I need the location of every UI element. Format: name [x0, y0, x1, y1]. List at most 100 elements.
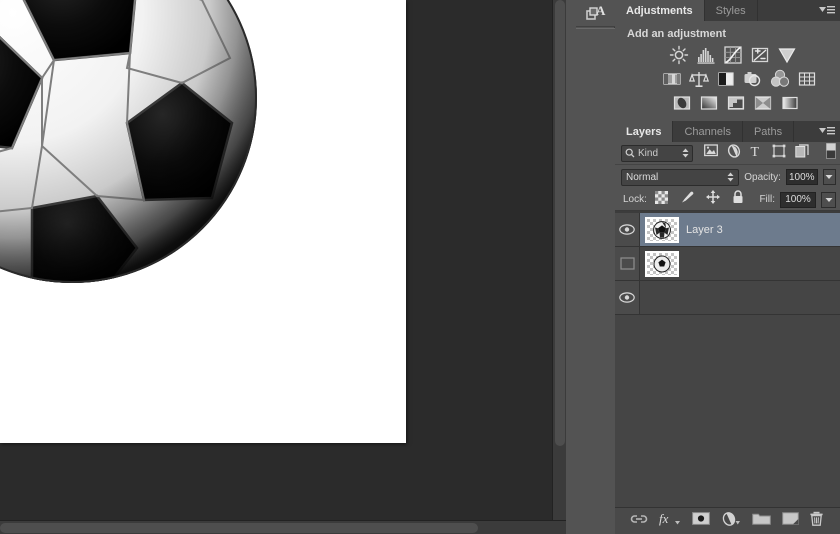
canvas-horizontal-scrollbar[interactable]: [0, 520, 576, 534]
search-icon: [625, 148, 635, 158]
fill-value[interactable]: 100%: [780, 191, 816, 208]
invert-icon[interactable]: [672, 93, 692, 113]
lock-all-icon[interactable]: [732, 190, 744, 209]
right-panel-column: Adjustments Styles Add an adjustment Lay…: [615, 0, 840, 534]
filter-shape-icon[interactable]: [772, 144, 786, 163]
table-row[interactable]: Layer 3: [615, 213, 840, 247]
new-fill-adjustment-icon[interactable]: [721, 511, 741, 531]
layer-visibility-toggle[interactable]: [615, 213, 640, 246]
adjustment-icon-row-2: [615, 69, 840, 89]
canvas-gutter: [566, 0, 576, 534]
new-group-icon[interactable]: [751, 512, 771, 530]
layer-thumbnail[interactable]: [645, 216, 679, 243]
layer-thumbnail-cell[interactable]: [640, 281, 684, 314]
channel-mixer-icon[interactable]: [770, 69, 790, 89]
canvas-horizontal-scrollbar-thumb[interactable]: [0, 523, 478, 533]
filter-smart-object-icon[interactable]: [795, 143, 809, 163]
eye-off-icon: [619, 257, 635, 270]
filter-kind-label: Kind: [638, 147, 659, 159]
posterize-icon[interactable]: [699, 93, 719, 113]
opacity-slider-arrow-icon[interactable]: [822, 169, 836, 185]
lock-transparent-pixels-icon[interactable]: [654, 190, 668, 209]
opacity-label: Opacity:: [744, 171, 781, 183]
levels-icon[interactable]: [696, 45, 716, 65]
canvas-vertical-scrollbar[interactable]: [552, 0, 566, 520]
layers-tabbar: Layers Channels Paths: [615, 121, 840, 142]
layer-name[interactable]: Layer 3: [684, 224, 723, 236]
layer-mask-icon[interactable]: [692, 512, 711, 530]
tab-styles[interactable]: Styles: [704, 0, 758, 21]
photoshop-window: A Adjustments Styles Add an adjustment L…: [0, 0, 840, 534]
layer-visibility-toggle[interactable]: [615, 247, 640, 280]
tab-paths[interactable]: Paths: [742, 121, 795, 142]
table-row[interactable]: [615, 281, 840, 315]
tab-paths-label: Paths: [753, 125, 783, 138]
character-paragraph-panel-icon[interactable]: A: [576, 0, 615, 27]
delete-layer-icon[interactable]: [809, 511, 824, 531]
tab-adjustments[interactable]: Adjustments: [615, 0, 705, 21]
filter-kind-select[interactable]: Kind: [621, 144, 693, 162]
layers-panel-menu-icon[interactable]: [818, 124, 836, 138]
new-layer-icon[interactable]: [781, 512, 799, 530]
adjustments-panel-menu-icon[interactable]: [818, 3, 836, 17]
color-balance-icon[interactable]: [688, 69, 710, 89]
lock-image-pixels-icon[interactable]: [680, 190, 694, 209]
add-an-adjustment-label: Add an adjustment: [627, 28, 727, 40]
eye-icon: [619, 292, 635, 303]
layer-type-filter-icons: T: [704, 143, 809, 163]
svg-text:T: T: [751, 145, 760, 158]
layer-style-fx-icon[interactable]: fx: [659, 511, 681, 532]
layers-panel: Layers Channels Paths Kind T Normal Opac…: [615, 121, 840, 534]
layer-thumbnail-cell[interactable]: [640, 247, 684, 280]
layer-list: Layer 3: [615, 213, 840, 508]
lock-icons: [654, 190, 744, 209]
opacity-value[interactable]: 100%: [785, 169, 818, 185]
filter-pixel-icon[interactable]: [704, 144, 718, 162]
eye-icon: [619, 224, 635, 235]
photo-filter-icon[interactable]: [743, 69, 763, 89]
svg-text:A: A: [596, 4, 606, 18]
layer-filter-row: Kind T: [615, 142, 840, 165]
hue-saturation-icon[interactable]: [662, 69, 682, 89]
adjustment-icon-row-1: [615, 45, 840, 65]
black-and-white-icon[interactable]: [716, 69, 736, 89]
gradient-map-icon[interactable]: [780, 93, 800, 113]
layer-thumbnail-cell[interactable]: [640, 213, 684, 246]
canvas-vertical-scrollbar-thumb[interactable]: [555, 0, 565, 446]
soccer-ball-artwork: [0, 0, 262, 288]
link-layers-icon[interactable]: [630, 512, 648, 530]
filter-toggle-icon[interactable]: [826, 142, 836, 164]
filter-type-icon[interactable]: T: [750, 144, 763, 163]
lock-position-icon[interactable]: [705, 190, 720, 209]
document-canvas[interactable]: [0, 0, 406, 443]
layer-thumbnail[interactable]: [645, 250, 679, 277]
threshold-icon[interactable]: [726, 93, 746, 113]
blend-mode-row: Normal Opacity: 100%: [615, 165, 840, 189]
brightness-contrast-icon[interactable]: [669, 45, 689, 65]
tab-channels[interactable]: Channels: [673, 121, 743, 142]
canvas-area[interactable]: [0, 0, 576, 534]
tab-layers[interactable]: Layers: [615, 121, 674, 142]
lock-label: Lock:: [623, 194, 647, 205]
stepper-arrows-icon: [682, 148, 689, 158]
collapsed-panel-dock: A: [576, 0, 615, 534]
fill-slider-arrow-icon[interactable]: [821, 191, 836, 208]
adjustments-panel: Adjustments Styles Add an adjustment: [615, 0, 840, 110]
blend-mode-value: Normal: [626, 171, 659, 183]
vibrance-icon[interactable]: [777, 45, 797, 65]
table-row[interactable]: [615, 247, 840, 281]
color-lookup-icon[interactable]: [797, 69, 817, 89]
lock-row: Lock: Fill: 100%: [615, 189, 840, 211]
tab-styles-label: Styles: [715, 4, 746, 17]
exposure-icon[interactable]: [750, 45, 770, 65]
selective-color-icon[interactable]: [753, 93, 773, 113]
layers-bottom-toolbar: fx: [615, 507, 840, 534]
tab-channels-label: Channels: [684, 125, 731, 138]
tab-layers-label: Layers: [626, 125, 662, 138]
blend-mode-select[interactable]: Normal: [621, 168, 740, 186]
stepper-arrows-icon: [727, 172, 734, 182]
adjustment-icon-row-3: [615, 93, 840, 113]
layer-visibility-toggle[interactable]: [615, 281, 640, 314]
curves-icon[interactable]: [723, 45, 743, 65]
filter-adjustment-icon[interactable]: [727, 143, 741, 163]
